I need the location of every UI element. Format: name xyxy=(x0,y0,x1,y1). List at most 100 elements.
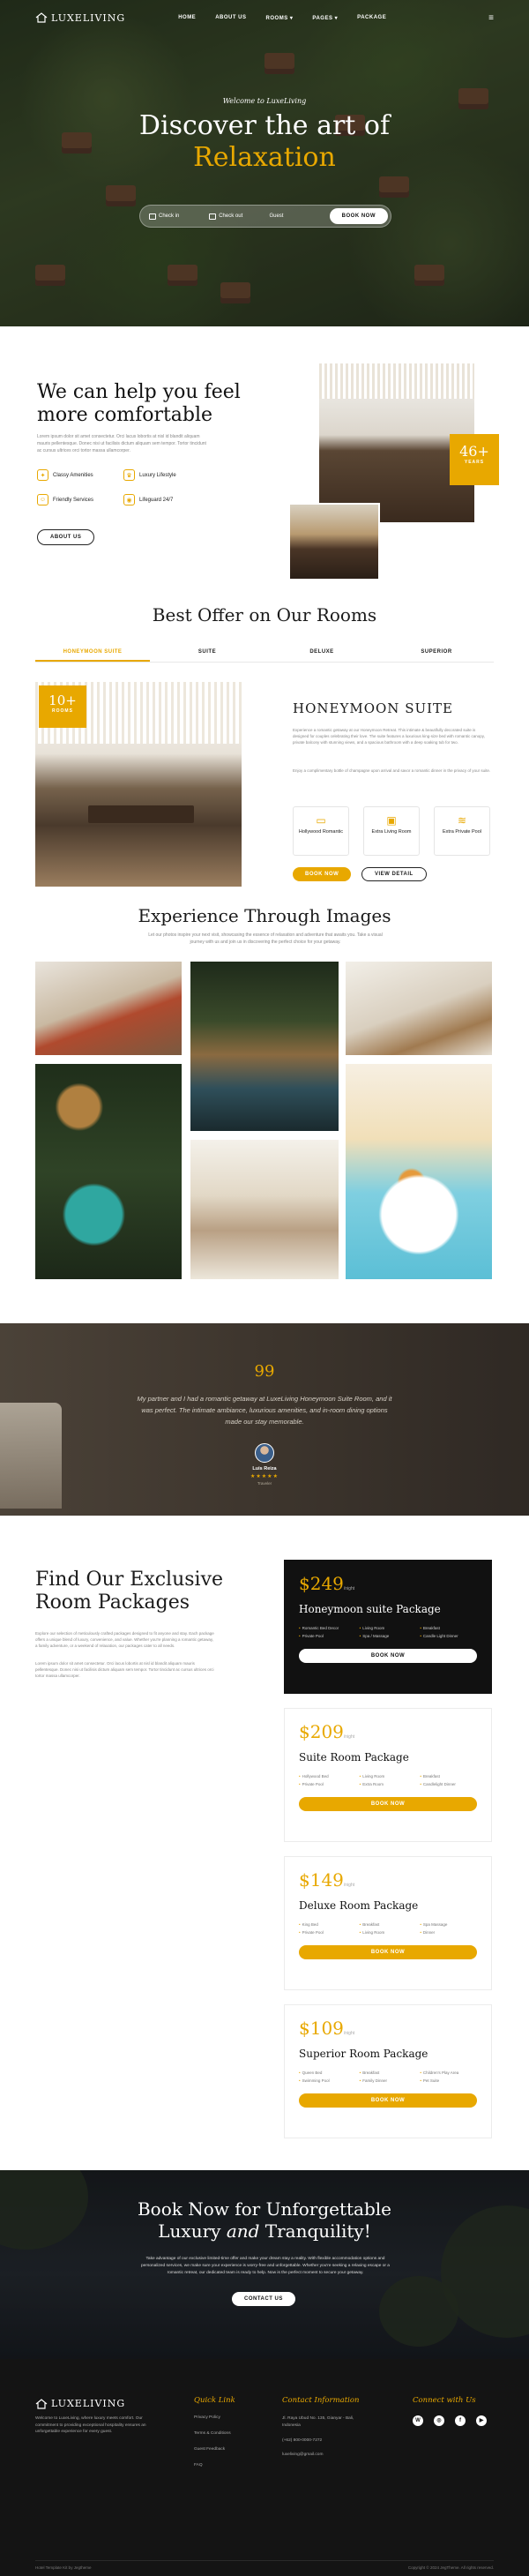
package-feature: Extra Room xyxy=(360,1782,417,1786)
rooms-count-badge: 10+ ROOMS xyxy=(39,685,86,728)
package-feature: Breakfast xyxy=(420,1626,477,1630)
package-features: Romantic Bed Decor Living Room Breakfast… xyxy=(299,1626,477,1638)
package-book-now-button[interactable]: BOOK NOW xyxy=(299,1649,477,1663)
testimonial-text: My partner and I had a romantic getaway … xyxy=(137,1395,392,1426)
package-feature: Swimming Pool xyxy=(299,2078,356,2083)
testimonial-name: Luis Reiza xyxy=(252,1466,277,1471)
package-feature: Candlelight Dinner xyxy=(420,1782,477,1786)
gallery-image[interactable] xyxy=(346,1064,492,1279)
brand-logo[interactable]: LUXELIVING xyxy=(35,12,125,24)
package-card: $209/night Suite Room Package Hollywood … xyxy=(284,1708,492,1842)
package-feature: Living Room xyxy=(360,1774,417,1778)
package-price: $109 xyxy=(299,2018,344,2039)
facebook-icon[interactable]: f xyxy=(455,2415,466,2426)
package-book-now-button[interactable]: BOOK NOW xyxy=(299,1797,477,1811)
whatsapp-icon[interactable]: W xyxy=(413,2415,423,2426)
checkin-field[interactable]: Check in xyxy=(149,213,202,220)
footer-link-feedback[interactable]: Guest Feedback xyxy=(194,2447,225,2452)
lamp-decoration xyxy=(0,1403,62,1509)
rooms-title: Best Offer on Our Rooms xyxy=(152,604,377,625)
nav-item-home[interactable]: HOME xyxy=(178,15,196,21)
guest-field[interactable]: Guest xyxy=(269,213,322,219)
room-book-now-button[interactable]: BOOK NOW xyxy=(293,867,352,881)
star-rating-icon: ★★★★★ xyxy=(250,1474,279,1479)
instagram-icon[interactable]: ◎ xyxy=(434,2415,444,2426)
nav-item-rooms-label: ROOMS xyxy=(265,15,288,21)
years-number: 46+ xyxy=(459,443,489,460)
package-title: Suite Room Package xyxy=(299,1751,409,1764)
connect-heading: Connect with Us xyxy=(413,2396,476,2405)
footer-brand-name: LUXELIVING xyxy=(51,2398,126,2409)
gallery-image[interactable] xyxy=(190,1140,339,1279)
footer-email[interactable]: luxeliving@gmail.com xyxy=(282,2452,323,2457)
package-book-now-button[interactable]: BOOK NOW xyxy=(299,1945,477,1959)
package-features: King Bed Breakfast Spa Massage Private P… xyxy=(299,1922,477,1935)
cta-title: Book Now for Unforgettable Luxury and Tr… xyxy=(0,2198,529,2243)
checkout-field[interactable]: Check out xyxy=(209,213,262,220)
about-us-button[interactable]: ABOUT US xyxy=(37,529,95,545)
room-description: Experience a romantic getaway at our Hon… xyxy=(293,728,485,745)
package-feature: Private Pool xyxy=(299,1930,356,1935)
amenity-item: ✦ Classy Amenities xyxy=(37,469,93,481)
quick-link-heading: Quick Link xyxy=(194,2396,235,2405)
nav-item-about[interactable]: ABOUT US xyxy=(215,15,246,21)
logo-house-icon xyxy=(35,12,48,23)
hero-subtitle: Welcome to LuxeLiving xyxy=(222,97,307,105)
gallery-image[interactable] xyxy=(35,962,182,1055)
bed-icon: ▭ xyxy=(316,814,326,827)
book-now-button[interactable]: BOOK NOW xyxy=(329,208,388,224)
room-feature-label: Hollywood Romantic xyxy=(298,829,344,835)
menu-icon[interactable]: ≡ xyxy=(488,13,494,23)
footer-phone[interactable]: (+62) 800-0000-7272 xyxy=(282,2438,322,2443)
youtube-icon[interactable]: ▶ xyxy=(476,2415,487,2426)
gallery-image[interactable] xyxy=(190,962,339,1131)
package-book-now-button[interactable]: BOOK NOW xyxy=(299,2093,477,2108)
gallery-image[interactable] xyxy=(346,962,492,1055)
hero-section: LUXELIVING HOME ABOUT US ROOMS ▾ PAGES ▾… xyxy=(0,0,529,326)
amenity-item: ◉ Lifeguard 24/7 xyxy=(123,494,173,505)
view-detail-button[interactable]: VIEW DETAIL xyxy=(361,867,427,881)
packages-section: Find Our Exclusive Room Packages Explore… xyxy=(0,1516,529,2170)
tab-honeymoon-suite[interactable]: HONEYMOON SUITE xyxy=(35,644,150,662)
gallery-image[interactable] xyxy=(35,1064,182,1279)
cta-section: Book Now for Unforgettable Luxury and Tr… xyxy=(0,2170,529,2359)
package-feature: Living Room xyxy=(360,1930,417,1935)
quote-icon: 99 xyxy=(254,1362,275,1381)
package-feature: Children's Play Area xyxy=(420,2071,477,2075)
guest-label: Guest xyxy=(269,213,284,219)
rooms-count-label: ROOMS xyxy=(52,708,73,714)
package-title: Deluxe Room Package xyxy=(299,1899,419,1912)
tab-superior[interactable]: SUPERIOR xyxy=(379,644,494,662)
package-per-night: /night xyxy=(343,1586,355,1591)
sofa-icon: ▣ xyxy=(386,814,397,827)
nav-item-rooms[interactable]: ROOMS ▾ xyxy=(266,15,294,21)
testimonial-role: Traveler xyxy=(257,1481,272,1486)
chevron-down-icon: ▾ xyxy=(334,15,339,21)
cta-title-pre: Luxury xyxy=(158,2220,227,2242)
package-feature: King Bed xyxy=(299,1922,356,1927)
nav-menu: HOME ABOUT US ROOMS ▾ PAGES ▾ PACKAGE xyxy=(178,15,386,21)
package-card: $249/night Honeymoon suite Package Roman… xyxy=(284,1560,492,1694)
nav-item-package[interactable]: PACKAGE xyxy=(357,15,386,21)
contact-heading: Contact Information xyxy=(282,2396,360,2405)
package-title: Superior Room Package xyxy=(299,2048,428,2060)
package-feature: Breakfast xyxy=(420,1774,477,1778)
package-features: Queen Bed Breakfast Children's Play Area… xyxy=(299,2071,477,2083)
calendar-icon xyxy=(209,213,217,220)
footer-link-faq[interactable]: FAQ xyxy=(194,2463,203,2467)
package-feature: Candle Light Dinner xyxy=(420,1634,477,1638)
nav-item-pages[interactable]: PAGES ▾ xyxy=(312,15,338,21)
tab-suite[interactable]: SUITE xyxy=(150,644,264,662)
package-feature: Pet Suite xyxy=(420,2078,477,2083)
footer: LUXELIVING Welcome to LuxeLiving, where … xyxy=(0,2359,529,2576)
room-tabs: HONEYMOON SUITE SUITE DELUXE SUPERIOR xyxy=(35,644,494,663)
contact-us-button[interactable]: CONTACT US xyxy=(232,2292,295,2306)
package-card: $149/night Deluxe Room Package King Bed … xyxy=(284,1856,492,1990)
footer-link-privacy[interactable]: Privacy Policy xyxy=(194,2415,220,2420)
footer-logo[interactable]: LUXELIVING xyxy=(35,2398,125,2409)
footer-link-terms[interactable]: Terms & Conditions xyxy=(194,2431,231,2436)
room-feature: ≋ Extra Private Pool xyxy=(434,806,490,856)
tab-deluxe[interactable]: DELUXE xyxy=(264,644,379,662)
package-feature: Romantic Bed Decor xyxy=(299,1626,356,1630)
main-nav: LUXELIVING HOME ABOUT US ROOMS ▾ PAGES ▾… xyxy=(0,0,529,35)
